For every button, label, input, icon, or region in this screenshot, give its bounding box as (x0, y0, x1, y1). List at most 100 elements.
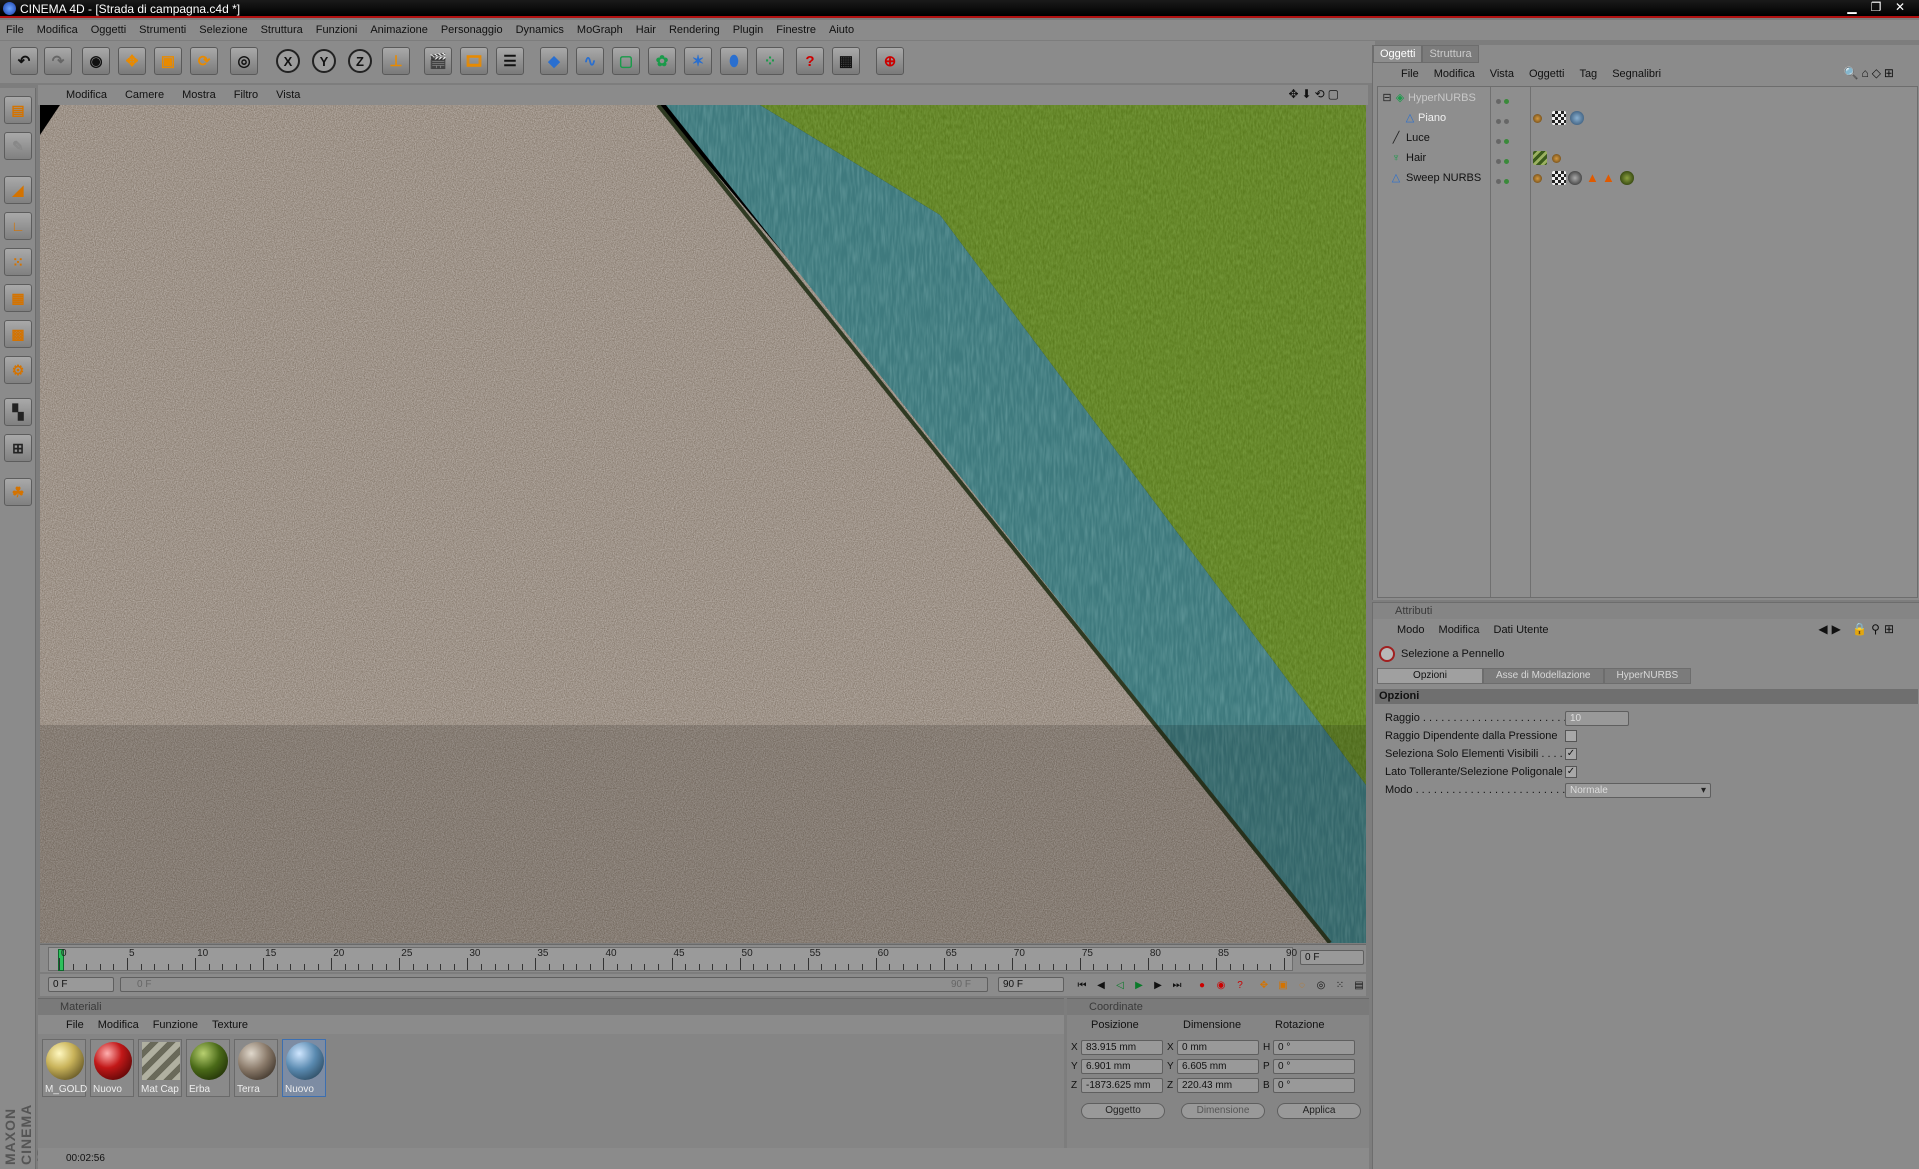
restore-button[interactable]: ❐ (1865, 0, 1887, 14)
viewport-menu-filtro[interactable]: Filtro (234, 89, 258, 101)
menu-mograph[interactable]: MoGraph (577, 24, 623, 36)
viewport-menu-mostra[interactable]: Mostra (182, 89, 216, 101)
render-picture-viewer-icon[interactable]: 🎞 (460, 47, 488, 75)
polygons-mode-icon[interactable]: ▩ (4, 320, 32, 348)
texture-tag-icon[interactable] (1533, 114, 1542, 123)
current-frame-field[interactable]: 0 F (1300, 950, 1364, 965)
uvw-tag-icon[interactable] (1552, 111, 1566, 125)
tolerant-selection-checkbox[interactable]: ✓ (1565, 766, 1577, 778)
position-y-field[interactable]: 6.901 mm (1081, 1058, 1163, 1074)
3d-viewport[interactable] (40, 105, 1366, 943)
uv-points-icon[interactable]: ⚙ (4, 356, 32, 384)
materials-menu-modifica[interactable]: Modifica (98, 1019, 139, 1031)
viewport-menu-modifica[interactable]: Modifica (66, 89, 107, 101)
environment-icon[interactable]: ⬮ (720, 47, 748, 75)
menu-oggetti[interactable]: Oggetti (91, 24, 126, 36)
end-frame-field[interactable]: 90 F (998, 977, 1064, 992)
visible-only-checkbox[interactable]: ✓ (1565, 748, 1577, 760)
tab-opzioni[interactable]: Opzioni (1377, 668, 1483, 684)
visibility-dots[interactable] (1496, 95, 1512, 104)
menu-selezione[interactable]: Selezione (199, 24, 247, 36)
go-to-start-icon[interactable]: ⏮ (1074, 977, 1090, 993)
cube-object-icon[interactable]: ◆ (540, 47, 568, 75)
tab-hypernurbs[interactable]: HyperNURBS (1603, 668, 1692, 684)
play-reverse-icon[interactable]: ◁ (1112, 977, 1128, 993)
menu-aiuto[interactable]: Aiuto (829, 24, 854, 36)
radius-field[interactable]: 10 (1565, 710, 1629, 726)
workplane-icon[interactable]: ⊞ (4, 434, 32, 462)
undo-icon[interactable]: ↶ (10, 47, 38, 75)
texture-tag-icon[interactable] (1533, 174, 1542, 183)
calculator-icon[interactable]: ▦ (832, 47, 860, 75)
objects-menu-modifica[interactable]: Modifica (1434, 68, 1475, 80)
deformer-icon[interactable]: ✶ (684, 47, 712, 75)
go-to-end-icon[interactable]: ⏭ (1169, 977, 1185, 993)
particles-icon[interactable]: ⁘ (756, 47, 784, 75)
menu-personaggio[interactable]: Personaggio (441, 24, 503, 36)
x-axis-lock-button[interactable]: X (276, 49, 300, 73)
attribute-navigation-icons[interactable]: ◀▶ 🔒⚲⊞ (1818, 622, 1898, 636)
menu-file[interactable]: File (6, 24, 24, 36)
web-icon[interactable]: ⊕ (876, 47, 904, 75)
selection-tool-icon[interactable]: ◎ (230, 47, 258, 75)
object-row-hair[interactable]: ♆ Hair (1378, 149, 1917, 168)
object-row-luce[interactable]: ╱ Luce (1378, 129, 1917, 148)
apply-button[interactable]: Applica (1277, 1103, 1361, 1119)
attributes-menu-dati-utente[interactable]: Dati Utente (1494, 624, 1549, 636)
timeline-ruler[interactable]: 0 5 10 15 20 25 30 35 40 45 50 55 60 65 70 75 80 85 90 (48, 947, 1297, 971)
timeline-settings-icon[interactable]: ▤ (1351, 977, 1367, 993)
objects-menu-segnalibri[interactable]: Segnalibri (1612, 68, 1661, 80)
tab-struttura[interactable]: Struttura (1422, 45, 1479, 63)
nurbs-icon[interactable]: ▢ (612, 47, 640, 75)
viewport-menu-vista[interactable]: Vista (276, 89, 300, 101)
start-frame-field[interactable]: 0 F (48, 977, 114, 992)
materials-menu-file[interactable]: File (66, 1019, 84, 1031)
texture-tag-icon[interactable] (1552, 154, 1561, 163)
pressure-radius-checkbox[interactable] (1565, 730, 1577, 742)
record-keys-icon[interactable]: ● (1194, 977, 1210, 993)
objects-menu-oggetti[interactable]: Oggetti (1529, 68, 1564, 80)
close-button[interactable]: ✕ (1889, 0, 1911, 14)
visibility-dots[interactable] (1496, 115, 1512, 124)
menu-animazione[interactable]: Animazione (370, 24, 427, 36)
objects-menu-tag[interactable]: Tag (1579, 68, 1597, 80)
rotation-b-field[interactable]: 0 ° (1273, 1077, 1355, 1093)
layout-icon[interactable]: ▤ (4, 96, 32, 124)
position-z-field[interactable]: -1873.625 mm (1081, 1077, 1163, 1093)
coordinate-mode-dropdown[interactable]: Oggetto (1081, 1103, 1165, 1119)
autokey-icon[interactable]: ◉ (1213, 977, 1229, 993)
menu-struttura[interactable]: Struttura (261, 24, 303, 36)
material-swatch[interactable]: Mat Cap (138, 1039, 182, 1097)
z-axis-lock-button[interactable]: Z (348, 49, 372, 73)
range-slider[interactable]: 0 F 90 F (120, 977, 988, 992)
texture-mode-icon[interactable]: ✎ (4, 132, 32, 160)
object-manager-toolbar-icons[interactable]: 🔍⌂◇⊞ (1844, 66, 1897, 80)
material-tag-icon[interactable] (1570, 111, 1584, 125)
phong-tag-icon[interactable]: ▲ (1586, 171, 1600, 185)
visibility-dots[interactable] (1496, 135, 1512, 144)
scale-tool-icon[interactable]: ▣ (154, 47, 182, 75)
key-parameter-icon[interactable]: ◎ (1313, 977, 1329, 993)
next-frame-icon[interactable]: ▶ (1150, 977, 1166, 993)
rotation-h-field[interactable]: 0 ° (1273, 1039, 1355, 1055)
move-tool-icon[interactable]: ✥ (118, 47, 146, 75)
object-row-sweep-nurbs[interactable]: △ Sweep NURBS ▲ ▲ (1378, 169, 1917, 188)
render-settings-icon[interactable]: ☰ (496, 47, 524, 75)
coordinate-system-icon[interactable]: ⊥ (382, 47, 410, 75)
material-swatch-selected[interactable]: Nuovo (282, 1039, 326, 1097)
y-axis-lock-button[interactable]: Y (312, 49, 336, 73)
materials-menu-funzione[interactable]: Funzione (153, 1019, 198, 1031)
keyframe-selection-icon[interactable]: ? (1232, 977, 1248, 993)
position-x-field[interactable]: 83.915 mm (1081, 1039, 1163, 1055)
attributes-menu-modo[interactable]: Modo (1397, 624, 1425, 636)
material-swatch[interactable]: Erba (186, 1039, 230, 1097)
edges-mode-icon[interactable]: ▦ (4, 284, 32, 312)
grass-material-tag-icon[interactable] (1620, 171, 1634, 185)
objects-menu-vista[interactable]: Vista (1490, 68, 1514, 80)
object-axis-icon[interactable]: ∟ (4, 212, 32, 240)
size-y-field[interactable]: 6.605 mm (1177, 1058, 1259, 1074)
visibility-dots[interactable] (1496, 175, 1512, 184)
rotate-tool-icon[interactable]: ⟳ (190, 47, 218, 75)
menu-hair[interactable]: Hair (636, 24, 656, 36)
points-mode-icon[interactable]: ⁙ (4, 248, 32, 276)
